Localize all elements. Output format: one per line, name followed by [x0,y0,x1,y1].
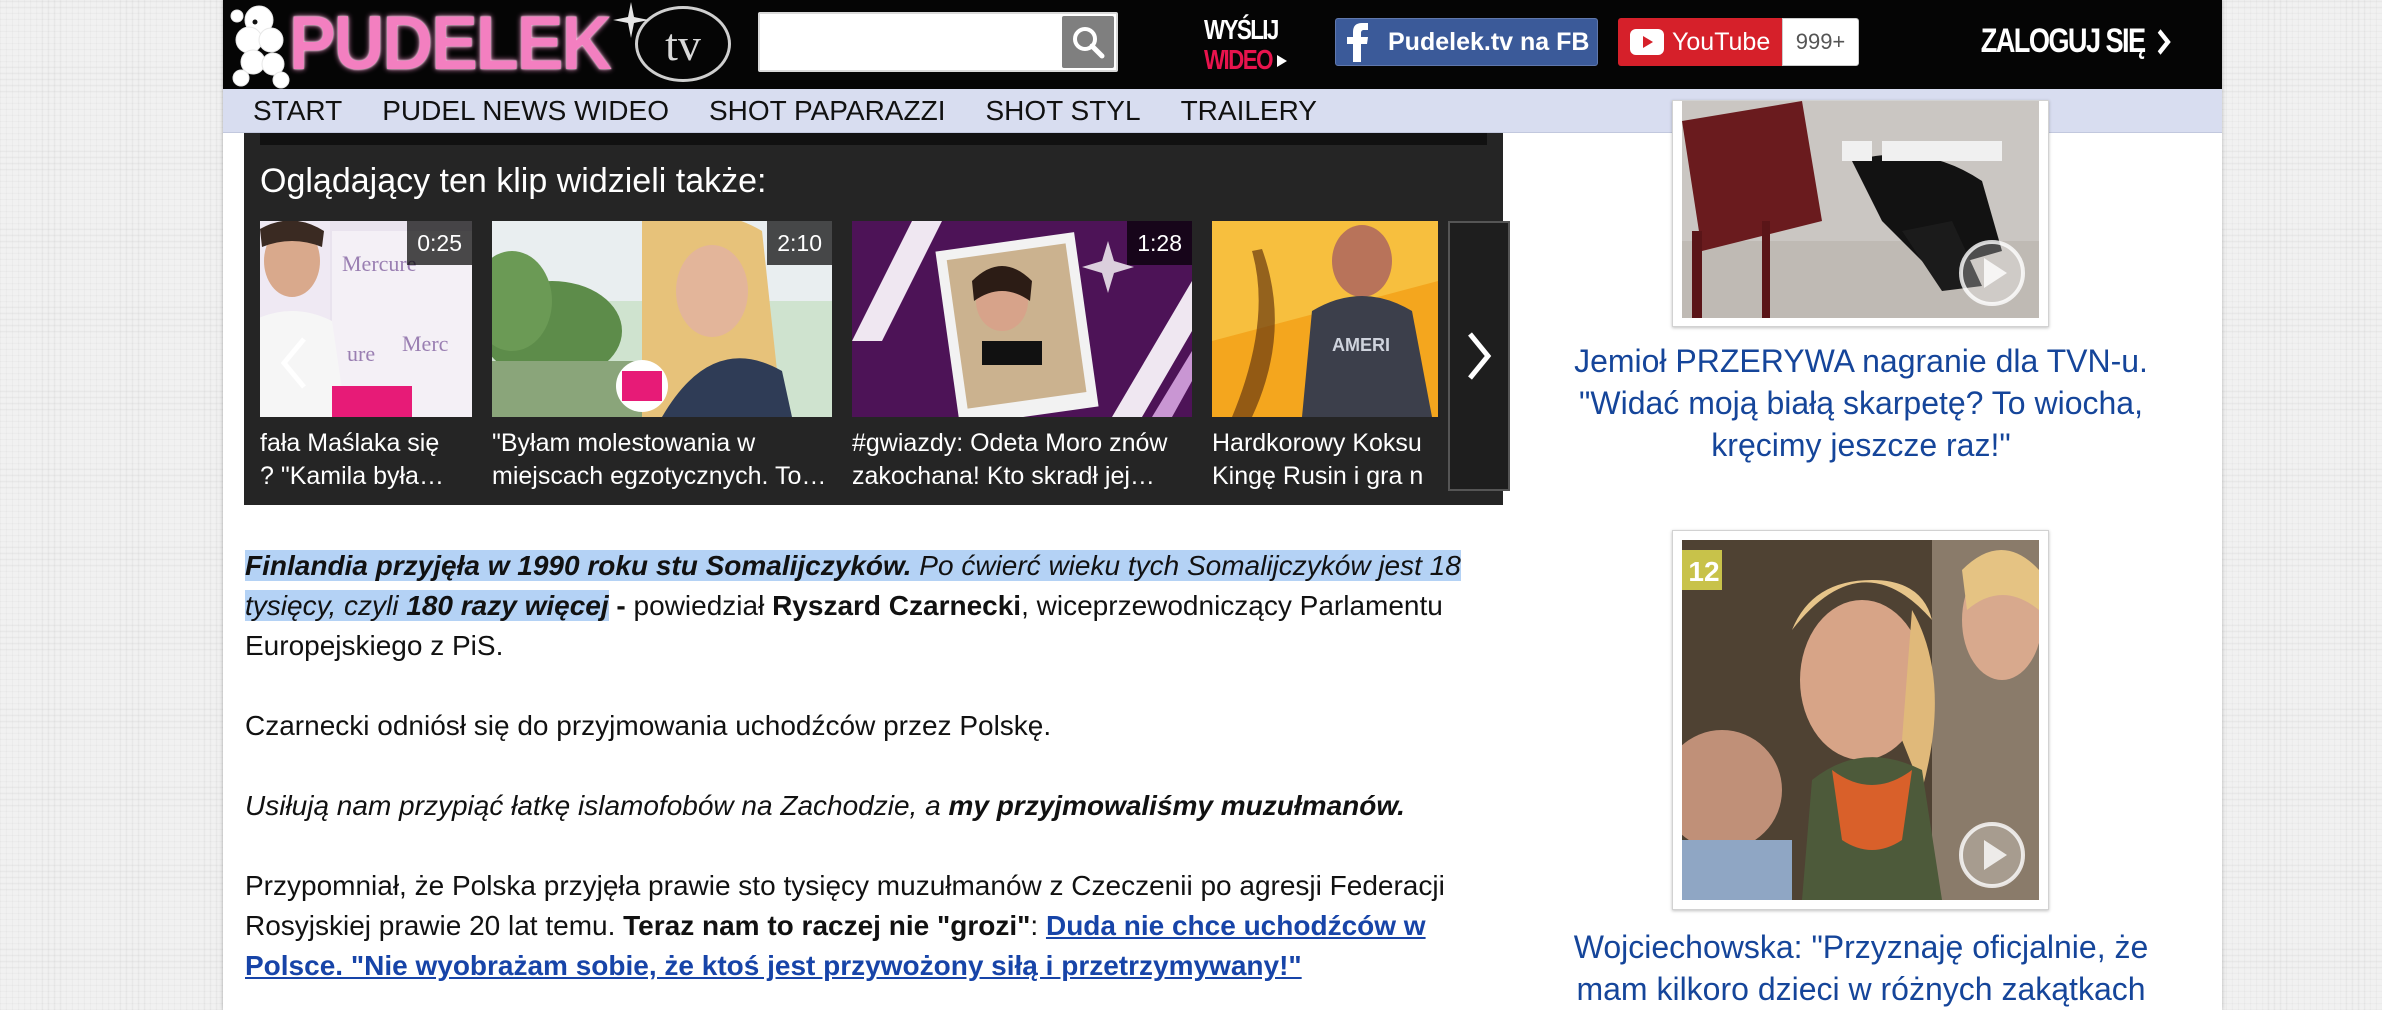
send-video-line2: WIDEO [1204,44,1274,75]
nav-item-shot-styl[interactable]: SHOT STYL [985,95,1140,127]
facebook-f-icon [1336,19,1378,65]
youtube-subscriber-count: 999+ [1782,18,1859,66]
related-video-item[interactable]: AMERI Hardkorowy Koksu Kingę Rusin i gra… [1212,221,1438,491]
caption-line2: Kingę Rusin i gra n [1212,462,1424,490]
sparkle-icon [613,2,649,38]
article-paragraph: Przypomniał, że Polska przyjęła prawie s… [245,866,1485,986]
sidebar-video-title[interactable]: Wojciechowska: "Przyznaję oficjalnie, że… [1561,926,2161,1010]
nav-item-start[interactable]: START [253,95,342,127]
facebook-button[interactable]: Pudelek.tv na FB [1335,18,1598,66]
login-button[interactable]: ZALOGUJ SIĘ [1981,22,2172,61]
caption-line2: zakochana! Kto skradł jej… [852,462,1155,490]
send-video-line1: WYŚLIJ [1204,14,1279,45]
text: powiedział [633,590,773,621]
sidebar-video-card[interactable]: 12 [1672,530,2049,910]
svg-text:Mercure: Mercure [342,251,417,276]
carousel-prev-chevron-left-icon[interactable] [274,333,314,393]
logo-tv-text: tv [665,18,701,70]
article-paragraph: Czarnecki odniósł się do przyjmowania uc… [245,710,1052,741]
related-video-caption: Hardkorowy Koksu Kingę Rusin i gra n [1212,427,1438,491]
related-video-thumbnail: AMERI [1212,221,1438,417]
related-video-caption: "Byłam molestowania w miejscach egzotycz… [492,427,832,491]
caption-line2: miejscach egzotycznych. To… [492,462,827,490]
video-duration: 1:28 [1127,221,1192,265]
logo-text: PUDELEK [289,1,612,86]
play-small-icon [1277,55,1287,67]
search-button[interactable] [1062,16,1114,68]
related-video-caption: #gwiazdy: Odeta Moro znów zakochana! Kto… [852,427,1192,491]
person-name: Ryszard Czarnecki [772,590,1022,621]
play-circle-icon [1959,240,2025,306]
dash: - [608,590,634,621]
magnifier-icon [1073,27,1105,59]
caption-line1: #gwiazdy: Odeta Moro znów [852,429,1168,457]
video-duration: 0:25 [407,221,472,265]
bold-text: Teraz nam to raczej nie "grozi" [623,910,1031,941]
caption-line1: "Byłam molestowania w [492,429,756,457]
youtube-play-icon [1630,29,1664,55]
text: : [1030,910,1046,941]
quote-bold: my przyjmowaliśmy muzułmanów. [948,790,1405,821]
article-paragraph: Finlandia przyjęła w 1990 roku stu Somal… [245,546,1485,666]
sidebar-video-thumbnail [1682,101,2039,318]
sidebar-video-card[interactable] [1672,100,2049,327]
nav-item-pudel-news-wideo[interactable]: PUDEL NEWS WIDEO [382,95,669,127]
related-videos-carousel: Mercure Merc ure 0:25 fała Maślaka się ?… [260,221,1440,491]
age-rating-badge: 12 [1688,556,1720,587]
sidebar-video-title[interactable]: Jemioł PRZERYWA nagranie dla TVN-u. "Wid… [1561,340,2161,466]
related-video-item[interactable]: 2:10 "Byłam molestowania w miejscach egz… [492,221,832,491]
facebook-label: Pudelek.tv na FB [1388,27,1590,56]
svg-text:ure: ure [347,341,375,366]
svg-text:AMERI: AMERI [1332,335,1390,355]
caption-line1: Hardkorowy Koksu [1212,429,1422,457]
quote-bold: Finlandia przyjęła w 1990 roku stu Somal… [245,550,912,581]
login-label: ZALOGUJ SIĘ [1981,22,2146,60]
player-bottom-edge [260,133,1487,145]
video-duration: 2:10 [767,221,832,265]
caption-line2: ? "Kamila była… [260,462,444,490]
quote-bold: 180 razy więcej [406,590,609,621]
svg-text:Merc: Merc [402,331,449,356]
youtube-button[interactable]: YouTube [1618,18,1782,66]
article-paragraph: Usiłują nam przypiąć łatkę islamofobów n… [245,786,1485,826]
nav-item-shot-paparazzi[interactable]: SHOT PAPARAZZI [709,95,945,127]
send-video-link[interactable]: WYŚLIJ WIDEO [1204,14,1294,75]
related-video-item[interactable]: 1:28 #gwiazdy: Odeta Moro znów zakochana… [852,221,1192,491]
page: PUDELEK tv WYŚLIJ WIDEO Pudelek.tv na FB… [223,0,2222,1010]
caption-line1: fała Maślaka się [260,429,440,457]
chevron-right-icon [1468,332,1492,380]
quote-italic: Usiłują nam przypiąć łatkę islamofobów n… [245,790,949,821]
youtube-label: YouTube [1672,27,1771,56]
related-videos-panel: Oglądający ten klip widzieli także: Merc… [244,133,1510,505]
related-video-caption: fała Maślaka się ? "Kamila była… [260,427,472,491]
sidebar-video-thumbnail: 12 [1682,540,2039,900]
related-videos-title: Oglądający ten klip widzieli także: [260,162,767,200]
nav-item-trailery[interactable]: TRAILERY [1181,95,1317,127]
header-bar: PUDELEK tv WYŚLIJ WIDEO Pudelek.tv na FB… [223,0,2222,89]
chevron-right-icon [2157,28,2171,55]
carousel-next-button[interactable] [1448,221,1510,491]
play-circle-icon [1959,822,2025,888]
article-body: Finlandia przyjęła w 1990 roku stu Somal… [245,546,1485,1010]
search-box [758,12,1118,72]
site-logo[interactable]: PUDELEK tv [223,0,833,89]
search-input[interactable] [760,14,1070,70]
